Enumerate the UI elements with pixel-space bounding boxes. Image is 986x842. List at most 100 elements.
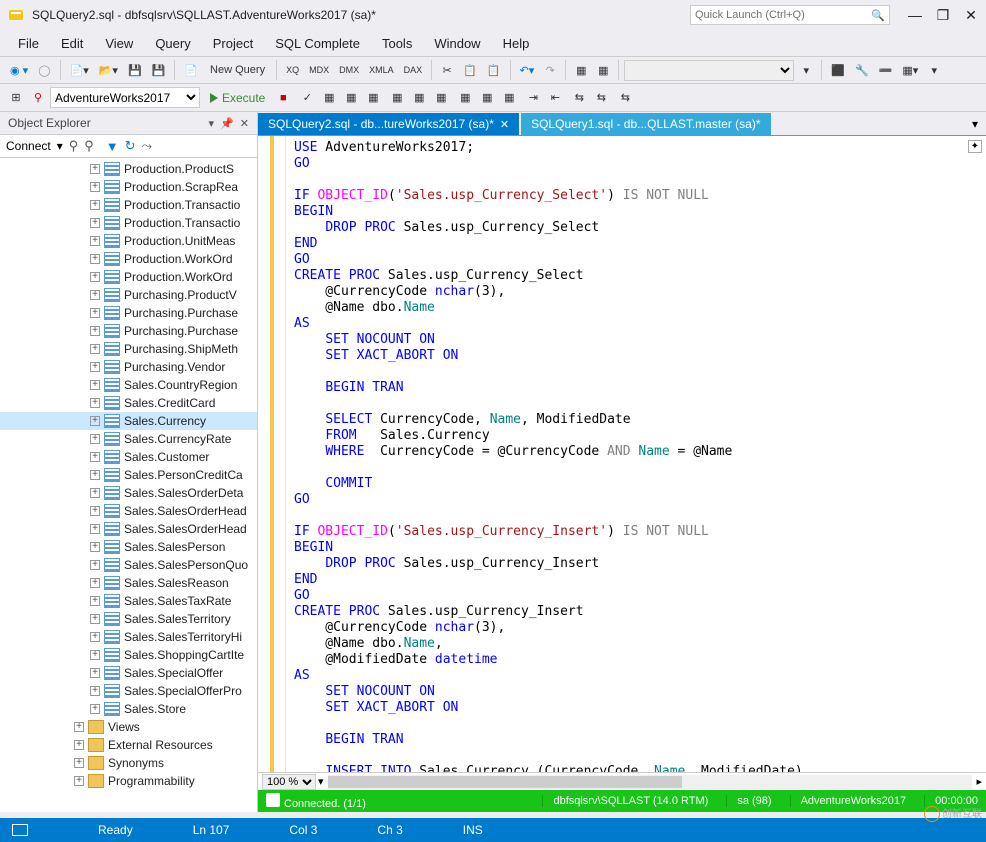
uncomment-button[interactable]: ▦ <box>477 87 497 109</box>
new-file-button[interactable]: 📄▾ <box>66 59 93 81</box>
menu-query[interactable]: Query <box>145 33 200 54</box>
expand-icon[interactable]: + <box>90 686 100 696</box>
expand-icon[interactable]: + <box>74 722 84 732</box>
scroll-right-icon[interactable]: ▸ <box>976 775 982 788</box>
expand-icon[interactable]: + <box>74 740 84 750</box>
query-type-button-5[interactable]: DAX <box>400 59 427 81</box>
expand-icon[interactable]: + <box>90 596 100 606</box>
code-editor[interactable]: USE AdventureWorks2017; GO IF OBJECT_ID(… <box>258 136 986 772</box>
expand-icon[interactable]: + <box>90 362 100 372</box>
refresh-button[interactable]: ↻ <box>125 138 136 154</box>
expand-icon[interactable]: + <box>90 344 100 354</box>
expand-icon[interactable]: + <box>90 524 100 534</box>
menu-edit[interactable]: Edit <box>51 33 93 54</box>
database-combo[interactable]: AdventureWorks2017 <box>50 87 200 108</box>
tree-node[interactable]: +Sales.CountryRegion <box>0 376 257 394</box>
expand-icon[interactable]: + <box>74 758 84 768</box>
tab-dropdown-icon[interactable]: ▾ <box>964 113 986 135</box>
restore-button[interactable]: ❐ <box>936 7 950 24</box>
copy-button[interactable]: 📋 <box>459 59 481 81</box>
tree-node[interactable]: +Sales.SalesTerritory <box>0 610 257 628</box>
menu-project[interactable]: Project <box>203 33 263 54</box>
tree-node[interactable]: +Sales.SalesPersonQuo <box>0 556 257 574</box>
menu-tools[interactable]: Tools <box>372 33 422 54</box>
results-file-button[interactable]: ▦ <box>431 87 451 109</box>
expand-icon[interactable]: + <box>74 776 84 786</box>
expand-icon[interactable]: + <box>90 164 100 174</box>
expand-icon[interactable]: + <box>90 416 100 426</box>
tree-folder[interactable]: +External Resources <box>0 736 257 754</box>
parse-button[interactable]: ✓ <box>297 87 317 109</box>
expand-icon[interactable]: + <box>90 200 100 210</box>
query-type-button-4[interactable]: XMLA <box>365 59 398 81</box>
tree-node[interactable]: +Production.Transactio <box>0 214 257 232</box>
object-tree[interactable]: +Production.ProductS+Production.ScrapRea… <box>0 158 257 812</box>
results-text-button[interactable]: ▦ <box>409 87 429 109</box>
split-icon[interactable]: ✦ <box>968 140 982 153</box>
expand-icon[interactable]: + <box>90 434 100 444</box>
devart-button-2[interactable]: 🔧 <box>851 59 873 81</box>
expand-icon[interactable]: + <box>90 542 100 552</box>
expand-icon[interactable]: + <box>90 560 100 570</box>
devart-button-4[interactable]: ▦▾ <box>898 59 922 81</box>
tree-folder[interactable]: +Views <box>0 718 257 736</box>
expand-icon[interactable]: + <box>90 614 100 624</box>
save-button[interactable]: 💾 <box>124 59 146 81</box>
execute-button[interactable]: Execute <box>204 89 271 107</box>
tree-node[interactable]: +Production.ProductS <box>0 160 257 178</box>
properties-button[interactable]: ▦ <box>571 59 591 81</box>
cut-button[interactable]: ✂ <box>437 59 457 81</box>
tree-node[interactable]: +Purchasing.Vendor <box>0 358 257 376</box>
menu-view[interactable]: View <box>95 33 143 54</box>
overflow-button[interactable]: ▾ <box>924 59 944 81</box>
expand-icon[interactable]: + <box>90 290 100 300</box>
sqlcmd-button[interactable]: ⇆ <box>591 87 611 109</box>
tree-node[interactable]: +Production.ScrapRea <box>0 178 257 196</box>
display-plan-button[interactable]: ▦ <box>319 87 339 109</box>
tree-node[interactable]: +Purchasing.Purchase <box>0 322 257 340</box>
tree-node[interactable]: +Sales.Store <box>0 700 257 718</box>
paste-button[interactable]: 📋 <box>483 59 505 81</box>
code-text[interactable]: USE AdventureWorks2017; GO IF OBJECT_ID(… <box>286 136 986 772</box>
tree-folder[interactable]: +Programmability <box>0 772 257 790</box>
tree-node[interactable]: +Sales.CurrencyRate <box>0 430 257 448</box>
tree-node[interactable]: +Sales.SalesOrderHead <box>0 520 257 538</box>
expand-icon[interactable]: + <box>90 182 100 192</box>
query-type-button-3[interactable]: DMX <box>335 59 363 81</box>
horizontal-scrollbar[interactable] <box>328 775 973 789</box>
expand-icon[interactable]: + <box>90 704 100 714</box>
query-type-button-1[interactable]: XQ <box>282 59 303 81</box>
tree-node[interactable]: +Production.Transactio <box>0 196 257 214</box>
nav-back-button[interactable]: ◉ ▾ <box>6 59 32 81</box>
minimize-button[interactable]: — <box>908 7 922 24</box>
new-query-icon[interactable]: 📄 <box>180 59 202 81</box>
tree-node[interactable]: +Sales.SalesPerson <box>0 538 257 556</box>
comment-button[interactable]: ▦ <box>455 87 475 109</box>
new-query-button[interactable]: New Query <box>204 59 271 81</box>
activity-monitor-button[interactable]: ▦ <box>499 87 519 109</box>
tree-node[interactable]: +Sales.CreditCard <box>0 394 257 412</box>
expand-icon[interactable]: + <box>90 380 100 390</box>
document-tab-0[interactable]: SQLQuery2.sql - db...tureWorks2017 (sa)*… <box>258 113 519 135</box>
indent-button[interactable]: ⇥ <box>523 87 543 109</box>
query-type-button-2[interactable]: MDX <box>305 59 333 81</box>
tree-node[interactable]: +Sales.SalesOrderHead <box>0 502 257 520</box>
expand-icon[interactable]: + <box>90 578 100 588</box>
expand-icon[interactable]: + <box>90 308 100 318</box>
expand-icon[interactable]: + <box>90 470 100 480</box>
tree-node[interactable]: +Production.WorkOrd <box>0 250 257 268</box>
tree-node[interactable]: +Sales.PersonCreditCa <box>0 466 257 484</box>
tree-node[interactable]: +Purchasing.Purchase <box>0 304 257 322</box>
trace-button[interactable]: ⇆ <box>615 87 635 109</box>
expand-icon[interactable]: + <box>90 452 100 462</box>
solution-config-combo[interactable] <box>624 60 794 81</box>
pulse-button[interactable]: ⤳ <box>142 138 152 154</box>
zoom-combo[interactable]: 100 % <box>262 774 316 790</box>
tree-node[interactable]: +Sales.SalesReason <box>0 574 257 592</box>
document-tab-1[interactable]: SQLQuery1.sql - db...QLLAST.master (sa)* <box>521 113 770 135</box>
expand-icon[interactable]: + <box>90 506 100 516</box>
live-stats-button[interactable]: ▦ <box>363 87 383 109</box>
open-file-button[interactable]: 📂▾ <box>95 59 122 81</box>
close-panel-icon[interactable]: ✕ <box>240 117 249 130</box>
undo-button[interactable]: ↶▾ <box>516 59 539 81</box>
